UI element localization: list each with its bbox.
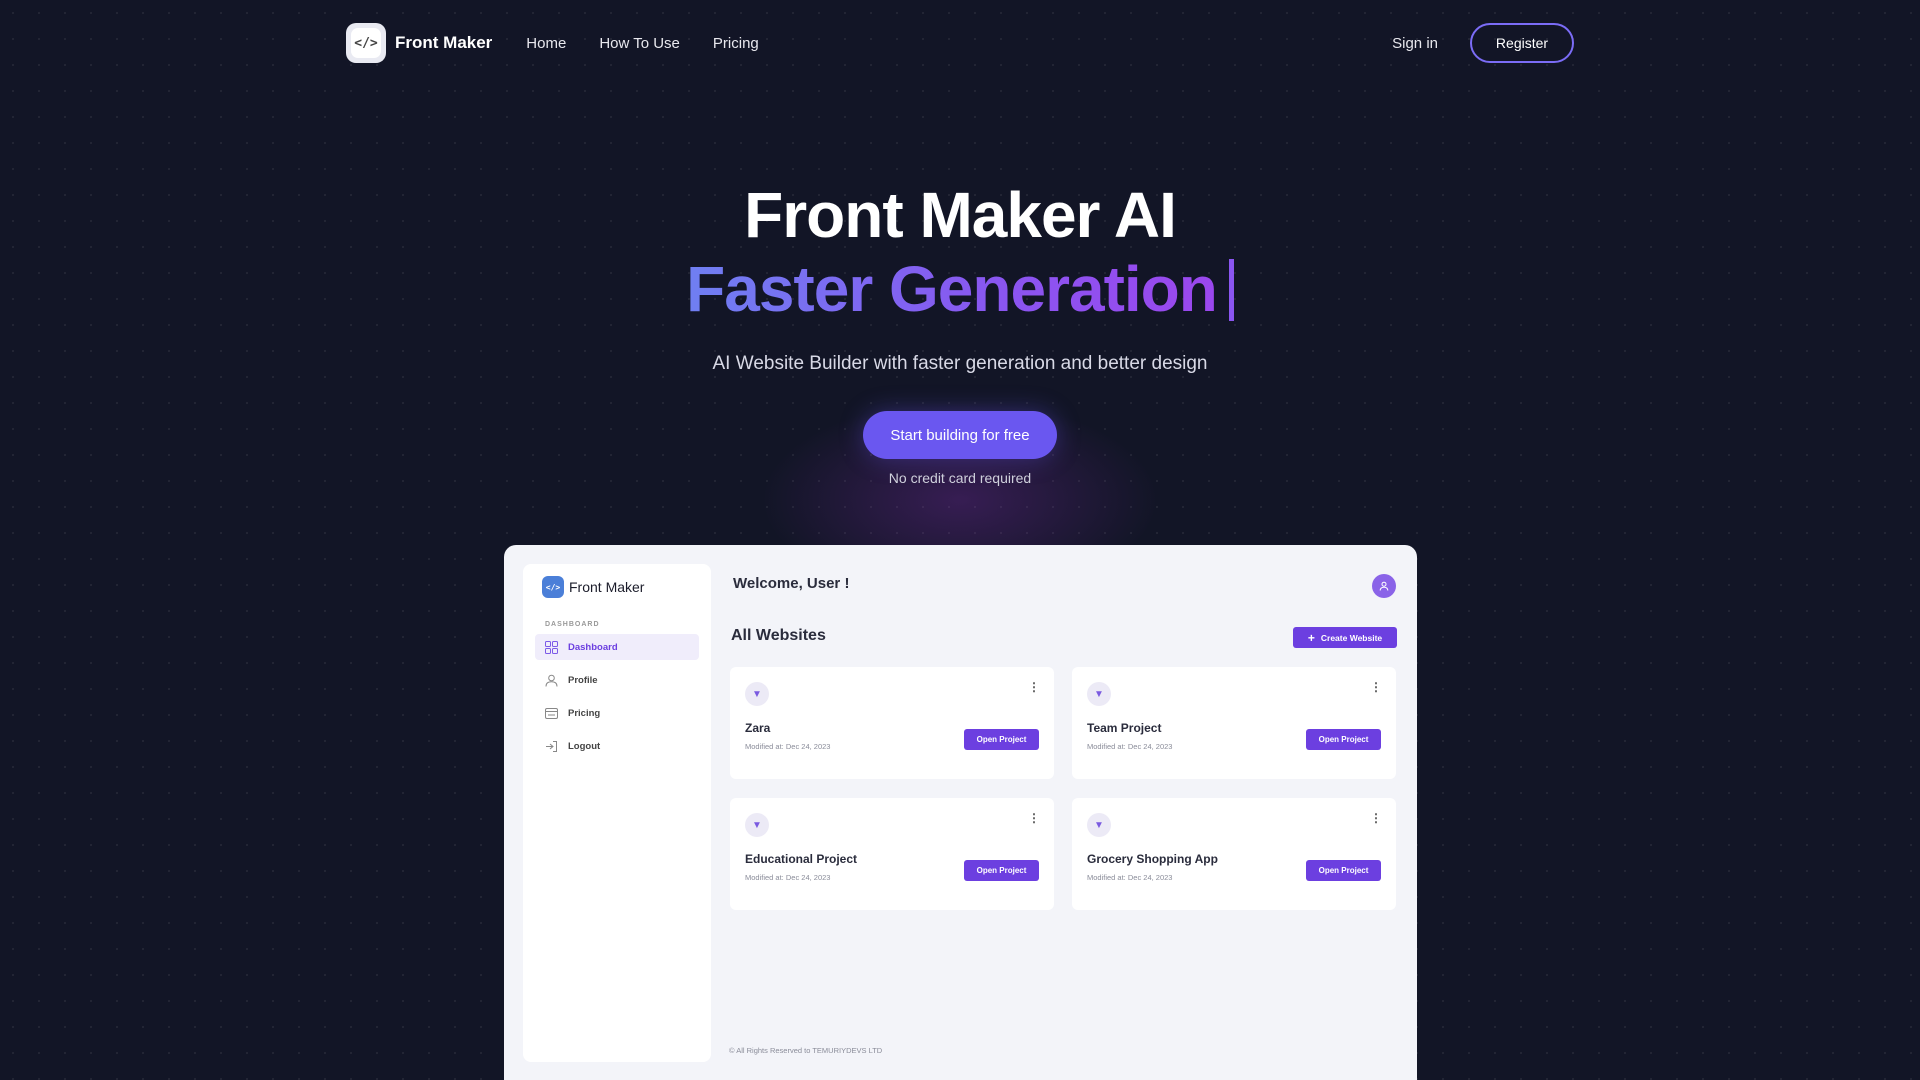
no-credit-card-note: No credit card required	[888, 470, 1032, 486]
project-modified-date: Modified at: Dec 24, 2023	[745, 742, 831, 751]
project-icon: ▼	[1087, 682, 1111, 706]
sidebar-item-label: Profile	[568, 674, 598, 686]
open-project-button[interactable]: Open Project	[1306, 729, 1381, 750]
brand-name[interactable]: Front Maker	[395, 33, 492, 53]
register-button[interactable]: Register	[1470, 23, 1574, 63]
project-icon: ▼	[745, 682, 769, 706]
code-icon: </>	[351, 28, 381, 58]
sidebar-brand[interactable]: </> Front Maker	[542, 576, 644, 598]
project-modified-date: Modified at: Dec 24, 2023	[1087, 742, 1173, 751]
hero-title: Front Maker AI	[744, 179, 1177, 251]
plus-icon: +	[1307, 630, 1315, 645]
top-navbar: </> Front Maker Home How To Use Pricing …	[346, 22, 1574, 64]
hero-subtitle: Faster Generation	[0, 252, 1920, 326]
sidebar-brand-name: Front Maker	[569, 579, 645, 595]
sidebar-item-label: Logout	[568, 740, 601, 752]
project-card[interactable]: ▼ ⋮ Educational Project Modified at: Dec…	[730, 798, 1054, 910]
logo[interactable]: </>	[346, 23, 386, 63]
project-name: Educational Project	[745, 852, 858, 866]
create-website-label: Create Website	[1320, 632, 1383, 643]
welcome-heading: Welcome, User !	[733, 575, 850, 592]
project-modified-date: Modified at: Dec 24, 2023	[745, 873, 831, 882]
project-modified-date: Modified at: Dec 24, 2023	[1087, 873, 1173, 882]
open-project-button[interactable]: Open Project	[964, 860, 1039, 881]
user-icon	[545, 674, 558, 687]
logout-icon	[545, 740, 558, 753]
dashboard-sidebar: </> Front Maker DASHBOARD Dashboard Prof…	[523, 564, 711, 1062]
project-card[interactable]: ▼ ⋮ Zara Modified at: Dec 24, 2023 Open …	[730, 667, 1054, 779]
hero-tagline: AI Website Builder with faster generatio…	[712, 353, 1208, 374]
avatar[interactable]	[1372, 574, 1396, 598]
project-icon: ▼	[1087, 813, 1111, 837]
user-icon	[1379, 581, 1389, 591]
open-project-button[interactable]: Open Project	[1306, 860, 1381, 881]
nav-link-how-to-use[interactable]: How To Use	[599, 35, 680, 52]
project-name: Grocery Shopping App	[1087, 852, 1218, 866]
sidebar-item-pricing[interactable]: Pricing	[535, 700, 699, 726]
dashboard-preview: </> Front Maker DASHBOARD Dashboard Prof…	[504, 545, 1417, 1080]
more-options-icon[interactable]: ⋮	[1028, 811, 1040, 825]
typing-cursor	[1228, 259, 1234, 321]
sidebar-item-profile[interactable]: Profile	[535, 667, 699, 693]
project-icon: ▼	[745, 813, 769, 837]
sidebar-item-label: Pricing	[568, 707, 601, 719]
card-icon	[545, 707, 558, 720]
hero-subtitle-text: Faster Generation	[686, 253, 1218, 325]
create-website-button[interactable]: + Create Website	[1293, 627, 1397, 648]
more-options-icon[interactable]: ⋮	[1370, 680, 1382, 694]
sidebar-item-dashboard[interactable]: Dashboard	[535, 634, 699, 660]
start-building-button[interactable]: Start building for free	[863, 411, 1057, 459]
nav-link-pricing[interactable]: Pricing	[713, 35, 759, 52]
nav-link-home[interactable]: Home	[526, 35, 566, 52]
project-name: Team Project	[1087, 721, 1162, 735]
open-project-button[interactable]: Open Project	[964, 729, 1039, 750]
sign-in-link[interactable]: Sign in	[1392, 35, 1438, 52]
dashboard-footer: © All Rights Reserved to TEMURIYDEVS LTD	[729, 1046, 883, 1055]
more-options-icon[interactable]: ⋮	[1028, 680, 1040, 694]
code-icon: </>	[542, 576, 564, 598]
grid-icon	[545, 640, 558, 654]
project-card[interactable]: ▼ ⋮ Team Project Modified at: Dec 24, 20…	[1072, 667, 1396, 779]
project-name: Zara	[745, 721, 771, 735]
project-card[interactable]: ▼ ⋮ Grocery Shopping App Modified at: De…	[1072, 798, 1396, 910]
sidebar-item-logout[interactable]: Logout	[535, 733, 699, 759]
sidebar-section-label: DASHBOARD	[545, 621, 600, 628]
sidebar-item-label: Dashboard	[568, 641, 618, 653]
more-options-icon[interactable]: ⋮	[1370, 811, 1382, 825]
all-websites-heading: All Websites	[731, 627, 826, 644]
